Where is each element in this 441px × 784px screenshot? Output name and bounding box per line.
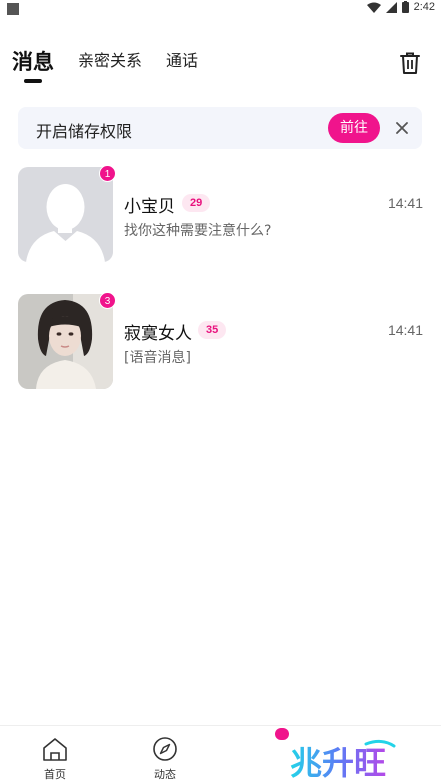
message-preview: [语音消息] bbox=[124, 350, 191, 366]
tab-calls[interactable]: 通话 bbox=[166, 46, 198, 78]
banner-text: 开启储存权限 bbox=[36, 122, 133, 141]
trash-icon[interactable] bbox=[399, 51, 421, 75]
status-bar: 2:42 bbox=[0, 0, 441, 18]
bottom-navigation: 首页 动态 兆升旺 bbox=[0, 725, 441, 784]
nav-home[interactable]: 首页 bbox=[25, 736, 85, 782]
tab-messages[interactable]: 消息 bbox=[12, 46, 54, 83]
status-icons: 2:42 bbox=[366, 1, 435, 13]
signal-icon bbox=[385, 1, 397, 13]
nav-label: 首页 bbox=[44, 768, 66, 781]
photo-avatar-image bbox=[18, 294, 113, 389]
close-icon[interactable] bbox=[394, 120, 410, 136]
battery-icon bbox=[401, 1, 409, 13]
svg-text:兆升旺: 兆升旺 bbox=[290, 744, 386, 782]
message-time: 14:41 bbox=[387, 322, 423, 338]
default-avatar-icon bbox=[18, 167, 113, 262]
age-badge: 35 bbox=[198, 321, 227, 339]
watermark-logo: 兆升旺 bbox=[290, 739, 396, 782]
tab-label: 消息 bbox=[12, 50, 54, 74]
active-tab-indicator bbox=[24, 79, 42, 83]
nav-moments[interactable]: 动态 bbox=[135, 736, 195, 782]
status-time: 2:42 bbox=[413, 1, 435, 13]
age-badge: 29 bbox=[182, 194, 211, 212]
contact-name: 寂寞女人 bbox=[124, 324, 192, 344]
top-tabs: 消息 亲密关系 通话 bbox=[12, 46, 222, 86]
conversation-item[interactable]: 3 寂寞女人 35 14:41 [语音消息] bbox=[18, 292, 423, 390]
storage-permission-banner: 开启储存权限 前往 bbox=[18, 107, 422, 149]
home-icon bbox=[43, 738, 67, 761]
message-preview: 找你这种需要注意什么? bbox=[124, 223, 272, 239]
go-button[interactable]: 前往 bbox=[328, 113, 380, 143]
tab-label: 通话 bbox=[166, 51, 199, 70]
notification-dot bbox=[275, 728, 289, 740]
tab-intimate-relations[interactable]: 亲密关系 bbox=[78, 46, 142, 78]
nav-label: 动态 bbox=[154, 768, 176, 781]
wifi-icon bbox=[366, 2, 381, 13]
avatar[interactable] bbox=[18, 167, 113, 262]
notification-icon bbox=[7, 3, 19, 15]
tab-label: 亲密关系 bbox=[78, 51, 143, 70]
unread-badge: 1 bbox=[99, 165, 116, 182]
avatar[interactable] bbox=[18, 294, 113, 389]
contact-name: 小宝贝 bbox=[124, 197, 175, 217]
unread-badge: 3 bbox=[99, 292, 116, 309]
conversation-item[interactable]: 1 小宝贝 29 14:41 找你这种需要注意什么? bbox=[18, 165, 423, 263]
message-time: 14:41 bbox=[387, 195, 423, 211]
compass-icon bbox=[153, 737, 177, 761]
